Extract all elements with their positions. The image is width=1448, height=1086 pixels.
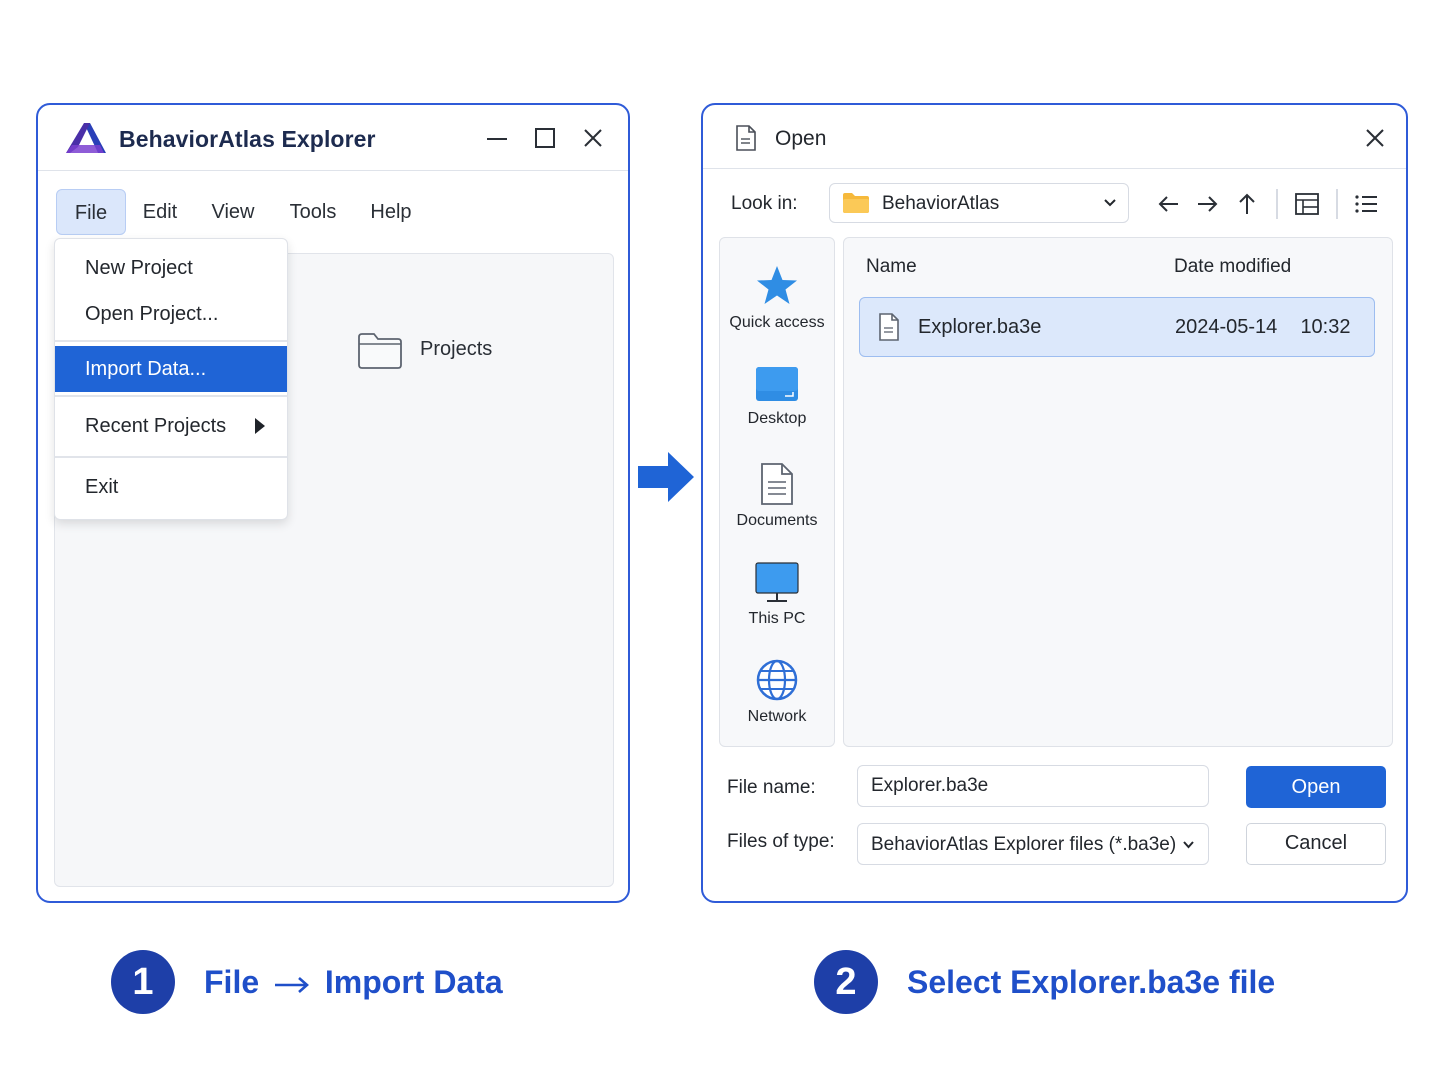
file-menu-dropdown: New Project Open Project... Import Data.… <box>54 238 288 520</box>
main-titlebar: BehaviorAtlas Explorer <box>38 105 628 171</box>
back-icon[interactable] <box>1156 191 1182 217</box>
right-arrow-icon <box>275 976 309 993</box>
globe-icon <box>756 659 798 701</box>
file-name-input[interactable]: Explorer.ba3e <box>857 765 1209 807</box>
file-type-value: BehaviorAtlas Explorer files (*.ba3e) <box>871 834 1177 855</box>
file-list: Name Date modified Explorer.ba3e 2024-05… <box>843 237 1393 747</box>
cancel-button[interactable]: Cancel <box>1246 823 1386 865</box>
file-icon <box>879 313 899 341</box>
minimize-icon[interactable] <box>484 125 510 151</box>
step-1-caption: File Import Data <box>204 964 503 1001</box>
menu-item-new-project[interactable]: New Project <box>55 245 287 291</box>
maximize-icon[interactable] <box>532 125 558 151</box>
step-1-part2: Import Data <box>324 964 503 1000</box>
menu-item-recent-projects[interactable]: Recent Projects <box>55 403 287 449</box>
list-view-icon[interactable] <box>1353 191 1379 217</box>
star-icon <box>757 266 797 304</box>
step-1-part1: File <box>204 964 260 1000</box>
file-date: 2024-05-14 <box>1175 316 1278 338</box>
app-title: BehaviorAtlas Explorer <box>119 126 376 152</box>
document-icon <box>736 125 756 151</box>
this-pc-icon <box>755 562 799 602</box>
file-date-modified: 2024-05-14 10:32 <box>1175 316 1351 339</box>
place-label: Documents <box>736 512 818 529</box>
place-desktop[interactable]: Desktop <box>720 366 834 428</box>
file-time: 10:32 <box>1300 316 1351 338</box>
menu-item-open-project[interactable]: Open Project... <box>55 291 287 337</box>
dialog-titlebar: Open <box>703 105 1406 169</box>
open-button[interactable]: Open <box>1246 766 1386 808</box>
folder-icon[interactable] <box>357 330 403 370</box>
file-name-label: File name: <box>727 777 816 798</box>
menu-tools[interactable]: Tools <box>282 189 344 235</box>
chevron-down-icon <box>1104 199 1116 207</box>
place-network[interactable]: Network <box>720 658 834 726</box>
menu-separator <box>55 456 287 458</box>
place-label: This PC <box>748 610 806 627</box>
menu-edit[interactable]: Edit <box>134 189 186 235</box>
chevron-down-icon <box>1183 841 1194 849</box>
place-label: Quick access <box>729 314 825 331</box>
open-dialog: Open Look in: BehaviorAtlas Quick access… <box>701 103 1408 903</box>
step-2-badge: 2 <box>814 950 878 1014</box>
menu-separator <box>55 340 287 342</box>
grid-view-icon[interactable] <box>1294 191 1320 217</box>
place-this-pc[interactable]: This PC <box>720 562 834 628</box>
menu-item-import-data[interactable]: Import Data... <box>55 346 287 392</box>
app-logo-icon <box>66 123 106 153</box>
folder-icon <box>843 193 869 213</box>
places-sidebar: Quick access Desktop Documents This PC N… <box>719 237 835 747</box>
close-icon[interactable] <box>580 125 606 151</box>
look-in-value: BehaviorAtlas <box>882 193 1000 214</box>
place-documents[interactable]: Documents <box>720 462 834 530</box>
menu-item-exit[interactable]: Exit <box>55 464 287 510</box>
file-type-select[interactable]: BehaviorAtlas Explorer files (*.ba3e) <box>857 823 1209 865</box>
file-name: Explorer.ba3e <box>918 316 1042 338</box>
place-quick-access[interactable]: Quick access <box>720 264 834 332</box>
file-row[interactable]: Explorer.ba3e 2024-05-14 10:32 <box>859 297 1375 357</box>
place-label: Desktop <box>747 410 807 427</box>
column-header-date[interactable]: Date modified <box>1174 256 1291 278</box>
recent-projects-label: Recent Projects <box>85 415 227 437</box>
look-in-select[interactable]: BehaviorAtlas <box>829 183 1129 223</box>
document-icon <box>761 463 793 505</box>
close-icon[interactable] <box>1363 126 1387 150</box>
submenu-arrow-icon <box>255 418 265 434</box>
forward-icon[interactable] <box>1194 191 1220 217</box>
projects-folder-label[interactable]: Projects <box>420 338 492 361</box>
step-2-caption: Select Explorer.ba3e file <box>907 964 1276 1000</box>
step-1-badge: 1 <box>111 950 175 1014</box>
menu-file[interactable]: File <box>56 189 126 235</box>
dialog-title: Open <box>775 127 827 150</box>
menu-separator <box>55 395 287 397</box>
column-header-name[interactable]: Name <box>866 256 917 278</box>
toolbar-separator <box>1336 189 1338 219</box>
menu-help[interactable]: Help <box>362 189 420 235</box>
up-icon[interactable] <box>1234 191 1260 217</box>
file-type-label: Files of type: <box>727 831 835 852</box>
look-in-label: Look in: <box>731 193 798 214</box>
main-window: BehaviorAtlas Explorer File Edit View To… <box>36 103 630 903</box>
menu-view[interactable]: View <box>202 189 264 235</box>
right-arrow-icon <box>638 452 694 502</box>
place-label: Network <box>747 708 807 725</box>
toolbar-separator <box>1276 189 1278 219</box>
desktop-icon <box>756 367 798 401</box>
